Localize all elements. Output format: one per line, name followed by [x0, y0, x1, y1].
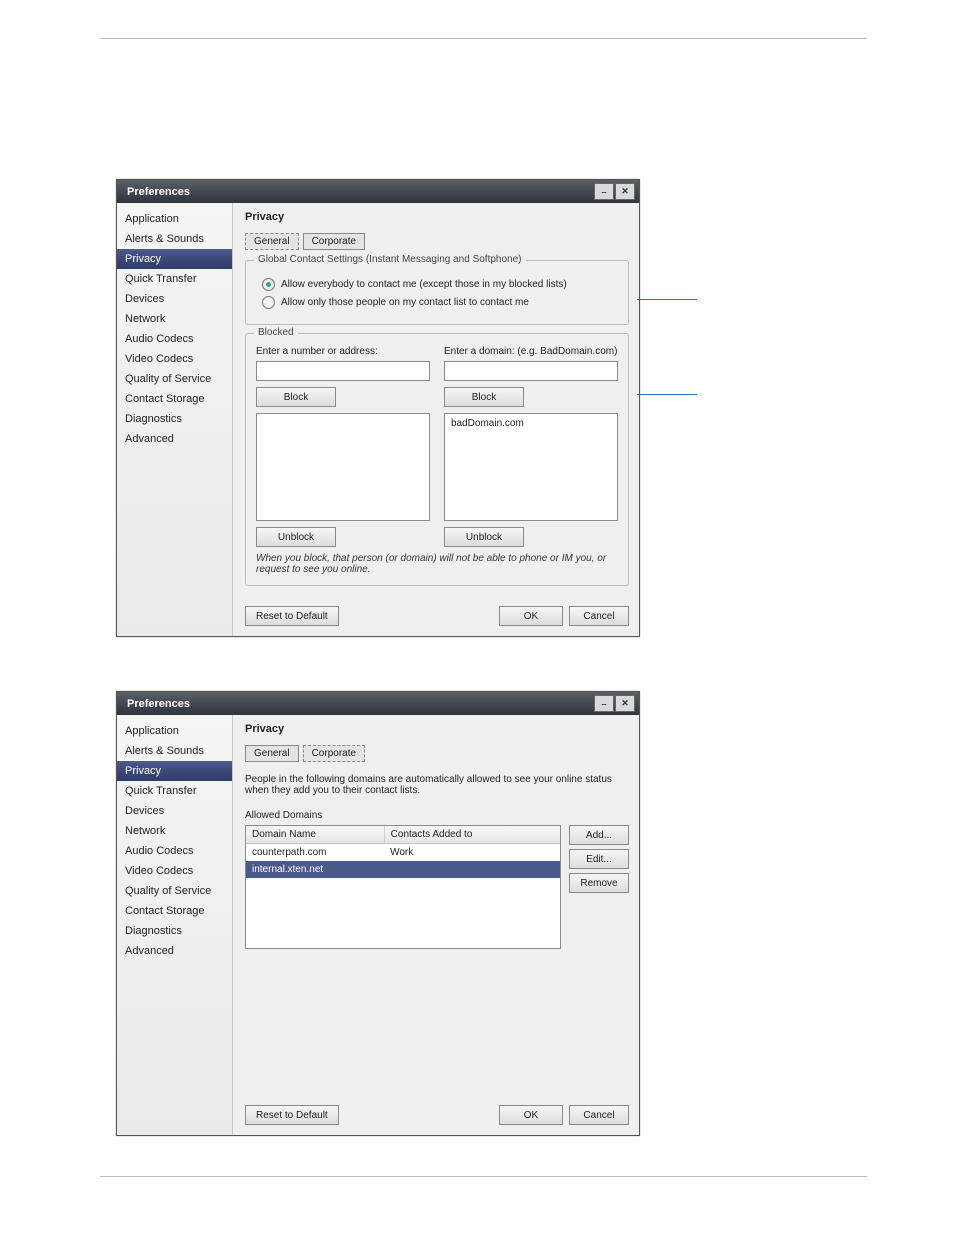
sidebar-item-alerts-sounds[interactable]: Alerts & Sounds	[117, 741, 232, 761]
col-contacts-added-to[interactable]: Contacts Added to	[385, 826, 560, 843]
sidebar-item-diagnostics[interactable]: Diagnostics	[117, 921, 232, 941]
radio-allow-everybody-label: Allow everybody to contact me (except th…	[281, 279, 567, 290]
list-item[interactable]: badDomain.com	[451, 418, 611, 429]
sidebar-item-network[interactable]: Network	[117, 821, 232, 841]
ok-button[interactable]: OK	[499, 606, 563, 626]
sidebar-item-qos[interactable]: Quality of Service	[117, 881, 232, 901]
reset-to-default-button[interactable]: Reset to Default	[245, 1105, 339, 1125]
sidebar-item-video-codecs[interactable]: Video Codecs	[117, 861, 232, 881]
sidebar-item-network[interactable]: Network	[117, 309, 232, 329]
edit-button[interactable]: Edit...	[569, 849, 629, 869]
window-title: Preferences	[127, 186, 190, 198]
sidebar-item-application[interactable]: Application	[117, 209, 232, 229]
col-domain-name[interactable]: Domain Name	[246, 826, 385, 843]
blocked-group: Blocked Enter a number or address: Block…	[245, 333, 629, 586]
sidebar-item-diagnostics[interactable]: Diagnostics	[117, 409, 232, 429]
sidebar-item-qos[interactable]: Quality of Service	[117, 369, 232, 389]
corporate-description: People in the following domains are auto…	[245, 774, 629, 796]
page-title: Privacy	[245, 723, 629, 735]
table-row[interactable]: counterpath.com Work	[246, 844, 560, 861]
sidebar-item-advanced[interactable]: Advanced	[117, 941, 232, 961]
tab-general[interactable]: General	[245, 233, 299, 250]
tab-corporate[interactable]: Corporate	[303, 745, 365, 762]
domain-input[interactable]	[444, 361, 618, 381]
unblock-domain-button[interactable]: Unblock	[444, 527, 524, 547]
sidebar-item-devices[interactable]: Devices	[117, 801, 232, 821]
block-address-button[interactable]: Block	[256, 387, 336, 407]
sidebar-item-application[interactable]: Application	[117, 721, 232, 741]
sidebar-item-contact-storage[interactable]: Contact Storage	[117, 901, 232, 921]
sidebar-item-video-codecs[interactable]: Video Codecs	[117, 349, 232, 369]
group-legend: Global Contact Settings (Instant Messagi…	[254, 254, 526, 265]
minimize-button[interactable]: –	[594, 695, 614, 712]
sidebar-item-quick-transfer[interactable]: Quick Transfer	[117, 269, 232, 289]
domain-label: Enter a domain: (e.g. BadDomain.com)	[444, 346, 618, 357]
sidebar-item-audio-codecs[interactable]: Audio Codecs	[117, 329, 232, 349]
address-input[interactable]	[256, 361, 430, 381]
reset-to-default-button[interactable]: Reset to Default	[245, 606, 339, 626]
sidebar-item-privacy[interactable]: Privacy	[117, 249, 232, 269]
minimize-button[interactable]: –	[594, 183, 614, 200]
blocked-legend: Blocked	[254, 327, 298, 338]
blocked-addresses-list[interactable]	[256, 413, 430, 521]
address-label: Enter a number or address:	[256, 346, 430, 357]
radio-allow-everybody[interactable]	[262, 278, 275, 291]
window-title: Preferences	[127, 698, 190, 710]
tab-general[interactable]: General	[245, 745, 299, 762]
sidebar-item-privacy[interactable]: Privacy	[117, 761, 232, 781]
sidebar-item-contact-storage[interactable]: Contact Storage	[117, 389, 232, 409]
sidebar-item-devices[interactable]: Devices	[117, 289, 232, 309]
table-row[interactable]: internal.xten.net	[246, 861, 560, 878]
ok-button[interactable]: OK	[499, 1105, 563, 1125]
block-note: When you block, that person (or domain) …	[256, 553, 618, 575]
sidebar-item-advanced[interactable]: Advanced	[117, 429, 232, 449]
close-button[interactable]: ✕	[615, 695, 635, 712]
page-title: Privacy	[245, 211, 629, 223]
allowed-domains-table: Domain Name Contacts Added to counterpat…	[245, 825, 561, 949]
cancel-button[interactable]: Cancel	[569, 1105, 629, 1125]
blocked-domains-list[interactable]: badDomain.com	[444, 413, 618, 521]
sidebar-item-audio-codecs[interactable]: Audio Codecs	[117, 841, 232, 861]
add-button[interactable]: Add...	[569, 825, 629, 845]
tab-corporate[interactable]: Corporate	[303, 233, 365, 250]
radio-allow-contacts-only-label: Allow only those people on my contact li…	[281, 297, 529, 308]
block-domain-button[interactable]: Block	[444, 387, 524, 407]
radio-allow-contacts-only[interactable]	[262, 296, 275, 309]
unblock-address-button[interactable]: Unblock	[256, 527, 336, 547]
sidebar: Application Alerts & Sounds Privacy Quic…	[117, 715, 233, 1135]
title-bar: Preferences – ✕	[117, 692, 639, 715]
sidebar-item-alerts-sounds[interactable]: Alerts & Sounds	[117, 229, 232, 249]
cancel-button[interactable]: Cancel	[569, 606, 629, 626]
global-contact-settings-group: Global Contact Settings (Instant Messagi…	[245, 260, 629, 325]
allowed-domains-heading: Allowed Domains	[245, 810, 629, 821]
title-bar: Preferences – ✕	[117, 180, 639, 203]
close-button[interactable]: ✕	[615, 183, 635, 200]
sidebar: Application Alerts & Sounds Privacy Quic…	[117, 203, 233, 636]
remove-button[interactable]: Remove	[569, 873, 629, 893]
sidebar-item-quick-transfer[interactable]: Quick Transfer	[117, 781, 232, 801]
